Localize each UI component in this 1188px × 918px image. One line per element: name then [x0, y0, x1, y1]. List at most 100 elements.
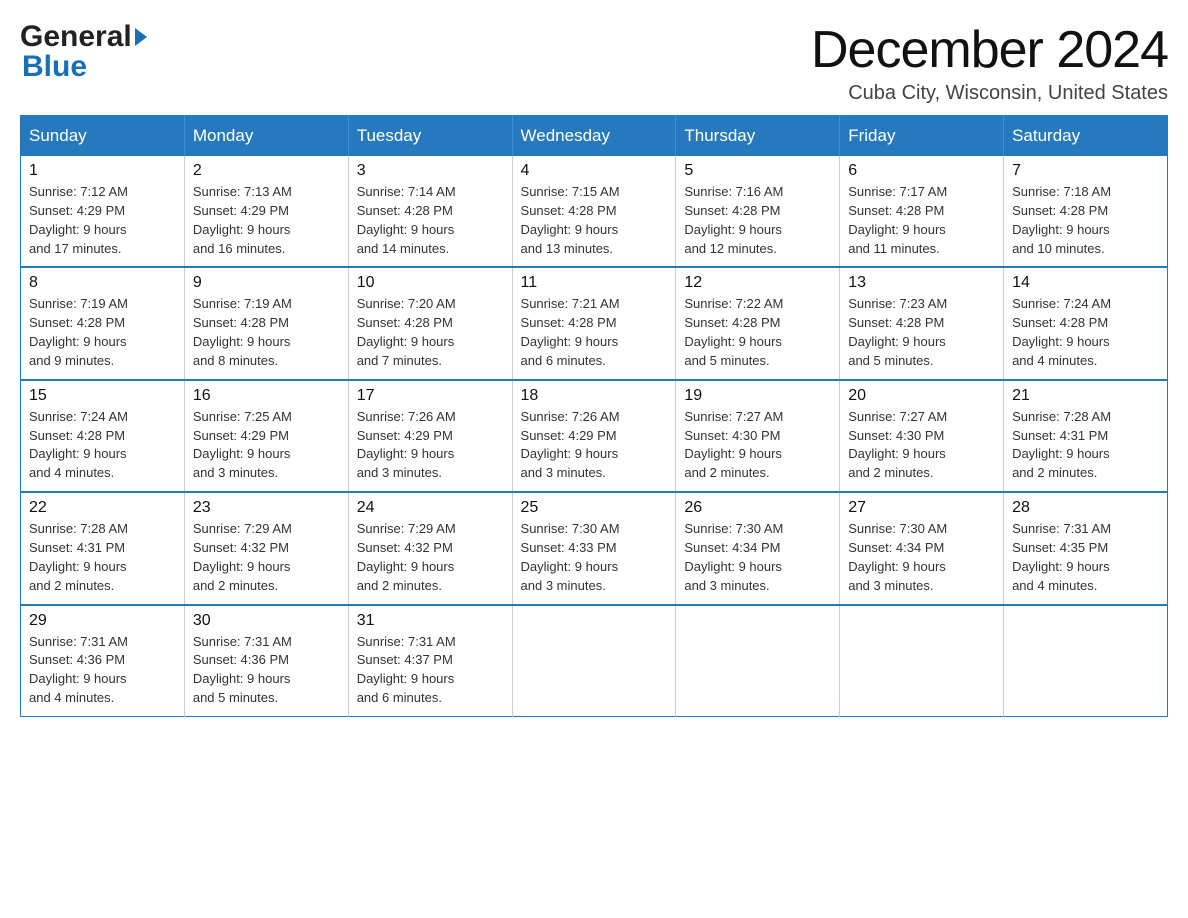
calendar-cell: 6 Sunrise: 7:17 AMSunset: 4:28 PMDayligh… [840, 156, 1004, 267]
day-info: Sunrise: 7:24 AMSunset: 4:28 PMDaylight:… [1012, 296, 1111, 368]
calendar-cell [676, 605, 840, 717]
day-info: Sunrise: 7:28 AMSunset: 4:31 PMDaylight:… [1012, 409, 1111, 481]
calendar-week-row: 29 Sunrise: 7:31 AMSunset: 4:36 PMDaylig… [21, 605, 1168, 717]
day-info: Sunrise: 7:26 AMSunset: 4:29 PMDaylight:… [357, 409, 456, 481]
day-info: Sunrise: 7:31 AMSunset: 4:36 PMDaylight:… [29, 634, 128, 706]
day-info: Sunrise: 7:17 AMSunset: 4:28 PMDaylight:… [848, 184, 947, 256]
day-info: Sunrise: 7:28 AMSunset: 4:31 PMDaylight:… [29, 521, 128, 593]
day-number: 15 [29, 387, 176, 405]
calendar-cell: 19 Sunrise: 7:27 AMSunset: 4:30 PMDaylig… [676, 380, 840, 492]
column-header-tuesday: Tuesday [348, 116, 512, 157]
calendar-cell: 18 Sunrise: 7:26 AMSunset: 4:29 PMDaylig… [512, 380, 676, 492]
calendar-cell: 21 Sunrise: 7:28 AMSunset: 4:31 PMDaylig… [1004, 380, 1168, 492]
column-header-monday: Monday [184, 116, 348, 157]
day-info: Sunrise: 7:22 AMSunset: 4:28 PMDaylight:… [684, 296, 783, 368]
calendar-week-row: 22 Sunrise: 7:28 AMSunset: 4:31 PMDaylig… [21, 492, 1168, 604]
day-number: 12 [684, 274, 831, 292]
day-number: 30 [193, 612, 340, 630]
day-number: 18 [521, 387, 668, 405]
day-number: 14 [1012, 274, 1159, 292]
calendar-cell: 20 Sunrise: 7:27 AMSunset: 4:30 PMDaylig… [840, 380, 1004, 492]
logo-general: General [20, 20, 132, 54]
day-number: 6 [848, 162, 995, 180]
calendar-week-row: 1 Sunrise: 7:12 AMSunset: 4:29 PMDayligh… [21, 156, 1168, 267]
day-info: Sunrise: 7:30 AMSunset: 4:33 PMDaylight:… [521, 521, 620, 593]
day-info: Sunrise: 7:21 AMSunset: 4:28 PMDaylight:… [521, 296, 620, 368]
day-number: 23 [193, 499, 340, 517]
day-number: 16 [193, 387, 340, 405]
day-info: Sunrise: 7:14 AMSunset: 4:28 PMDaylight:… [357, 184, 456, 256]
column-header-thursday: Thursday [676, 116, 840, 157]
day-number: 31 [357, 612, 504, 630]
day-number: 7 [1012, 162, 1159, 180]
calendar-cell [840, 605, 1004, 717]
calendar-header-row: SundayMondayTuesdayWednesdayThursdayFrid… [21, 116, 1168, 157]
calendar-cell: 28 Sunrise: 7:31 AMSunset: 4:35 PMDaylig… [1004, 492, 1168, 604]
calendar-cell: 4 Sunrise: 7:15 AMSunset: 4:28 PMDayligh… [512, 156, 676, 267]
day-info: Sunrise: 7:26 AMSunset: 4:29 PMDaylight:… [521, 409, 620, 481]
calendar-cell: 10 Sunrise: 7:20 AMSunset: 4:28 PMDaylig… [348, 267, 512, 379]
day-number: 29 [29, 612, 176, 630]
day-info: Sunrise: 7:29 AMSunset: 4:32 PMDaylight:… [193, 521, 292, 593]
column-header-friday: Friday [840, 116, 1004, 157]
day-info: Sunrise: 7:29 AMSunset: 4:32 PMDaylight:… [357, 521, 456, 593]
calendar-cell: 25 Sunrise: 7:30 AMSunset: 4:33 PMDaylig… [512, 492, 676, 604]
day-info: Sunrise: 7:30 AMSunset: 4:34 PMDaylight:… [848, 521, 947, 593]
day-info: Sunrise: 7:15 AMSunset: 4:28 PMDaylight:… [521, 184, 620, 256]
day-info: Sunrise: 7:24 AMSunset: 4:28 PMDaylight:… [29, 409, 128, 481]
day-info: Sunrise: 7:19 AMSunset: 4:28 PMDaylight:… [29, 296, 128, 368]
day-info: Sunrise: 7:23 AMSunset: 4:28 PMDaylight:… [848, 296, 947, 368]
day-info: Sunrise: 7:27 AMSunset: 4:30 PMDaylight:… [684, 409, 783, 481]
calendar-cell: 8 Sunrise: 7:19 AMSunset: 4:28 PMDayligh… [21, 267, 185, 379]
calendar-cell: 30 Sunrise: 7:31 AMSunset: 4:36 PMDaylig… [184, 605, 348, 717]
day-info: Sunrise: 7:31 AMSunset: 4:37 PMDaylight:… [357, 634, 456, 706]
day-number: 27 [848, 499, 995, 517]
calendar-cell: 3 Sunrise: 7:14 AMSunset: 4:28 PMDayligh… [348, 156, 512, 267]
calendar-cell [1004, 605, 1168, 717]
day-info: Sunrise: 7:19 AMSunset: 4:28 PMDaylight:… [193, 296, 292, 368]
day-number: 5 [684, 162, 831, 180]
day-number: 1 [29, 162, 176, 180]
day-number: 24 [357, 499, 504, 517]
day-number: 19 [684, 387, 831, 405]
calendar-cell: 24 Sunrise: 7:29 AMSunset: 4:32 PMDaylig… [348, 492, 512, 604]
column-header-sunday: Sunday [21, 116, 185, 157]
logo-blue: Blue [20, 50, 87, 84]
calendar-cell: 17 Sunrise: 7:26 AMSunset: 4:29 PMDaylig… [348, 380, 512, 492]
day-number: 3 [357, 162, 504, 180]
day-number: 20 [848, 387, 995, 405]
calendar-table: SundayMondayTuesdayWednesdayThursdayFrid… [20, 115, 1168, 717]
month-title: December 2024 [811, 20, 1168, 80]
day-number: 25 [521, 499, 668, 517]
day-info: Sunrise: 7:16 AMSunset: 4:28 PMDaylight:… [684, 184, 783, 256]
calendar-cell: 13 Sunrise: 7:23 AMSunset: 4:28 PMDaylig… [840, 267, 1004, 379]
calendar-cell: 2 Sunrise: 7:13 AMSunset: 4:29 PMDayligh… [184, 156, 348, 267]
calendar-cell: 16 Sunrise: 7:25 AMSunset: 4:29 PMDaylig… [184, 380, 348, 492]
day-info: Sunrise: 7:18 AMSunset: 4:28 PMDaylight:… [1012, 184, 1111, 256]
column-header-saturday: Saturday [1004, 116, 1168, 157]
day-info: Sunrise: 7:27 AMSunset: 4:30 PMDaylight:… [848, 409, 947, 481]
calendar-cell: 5 Sunrise: 7:16 AMSunset: 4:28 PMDayligh… [676, 156, 840, 267]
page-header: General Blue December 2024 Cuba City, Wi… [20, 20, 1168, 105]
day-number: 21 [1012, 387, 1159, 405]
calendar-cell: 26 Sunrise: 7:30 AMSunset: 4:34 PMDaylig… [676, 492, 840, 604]
calendar-cell [512, 605, 676, 717]
calendar-cell: 12 Sunrise: 7:22 AMSunset: 4:28 PMDaylig… [676, 267, 840, 379]
calendar-cell: 7 Sunrise: 7:18 AMSunset: 4:28 PMDayligh… [1004, 156, 1168, 267]
day-number: 4 [521, 162, 668, 180]
day-info: Sunrise: 7:30 AMSunset: 4:34 PMDaylight:… [684, 521, 783, 593]
day-number: 10 [357, 274, 504, 292]
day-info: Sunrise: 7:31 AMSunset: 4:35 PMDaylight:… [1012, 521, 1111, 593]
day-number: 9 [193, 274, 340, 292]
calendar-cell: 23 Sunrise: 7:29 AMSunset: 4:32 PMDaylig… [184, 492, 348, 604]
logo-arrow-icon [135, 28, 147, 46]
calendar-cell: 31 Sunrise: 7:31 AMSunset: 4:37 PMDaylig… [348, 605, 512, 717]
calendar-cell: 22 Sunrise: 7:28 AMSunset: 4:31 PMDaylig… [21, 492, 185, 604]
calendar-week-row: 8 Sunrise: 7:19 AMSunset: 4:28 PMDayligh… [21, 267, 1168, 379]
logo: General Blue [20, 20, 147, 84]
calendar-cell: 1 Sunrise: 7:12 AMSunset: 4:29 PMDayligh… [21, 156, 185, 267]
calendar-cell: 15 Sunrise: 7:24 AMSunset: 4:28 PMDaylig… [21, 380, 185, 492]
calendar-cell: 11 Sunrise: 7:21 AMSunset: 4:28 PMDaylig… [512, 267, 676, 379]
column-header-wednesday: Wednesday [512, 116, 676, 157]
day-number: 11 [521, 274, 668, 292]
